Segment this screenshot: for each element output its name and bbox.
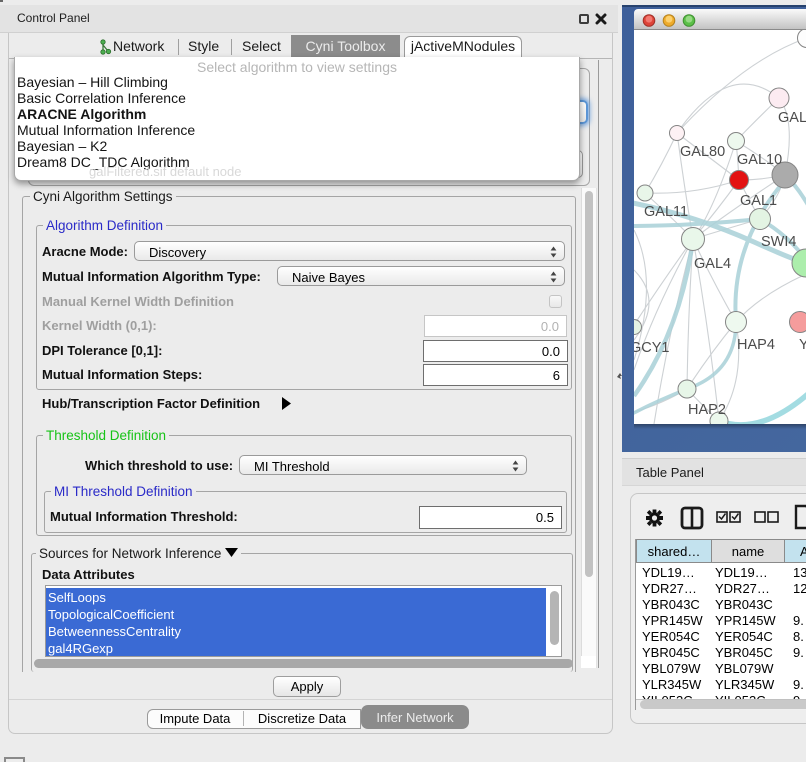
svg-text:GCY1: GCY1 (634, 340, 670, 356)
svg-text:GAL4: GAL4 (694, 256, 731, 272)
svg-text:GAL10: GAL10 (737, 152, 782, 168)
svg-text:HAP4: HAP4 (737, 337, 775, 353)
svg-text:GAL11: GAL11 (644, 204, 688, 220)
svg-text:SWI4: SWI4 (761, 234, 796, 250)
svg-text:GAL2: GAL2 (778, 110, 806, 126)
svg-text:YJ: YJ (799, 337, 806, 353)
svg-text:GAL1: GAL1 (740, 193, 777, 209)
svg-text:GAL80: GAL80 (680, 144, 725, 160)
svg-text:HAP2: HAP2 (688, 402, 726, 418)
